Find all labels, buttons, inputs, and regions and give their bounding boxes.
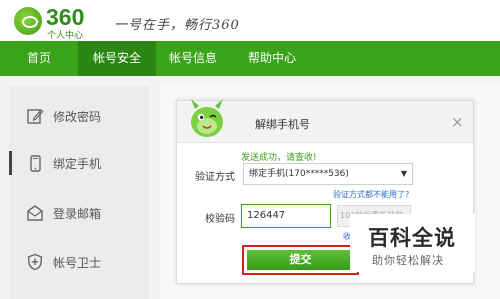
nav-item-home[interactable]: 首页 bbox=[0, 41, 78, 76]
dropdown-caret-icon: ▼ bbox=[400, 169, 407, 178]
sidebar: 修改密码 绑定手机 登录邮箱 帐号卫士 bbox=[9, 86, 149, 299]
sidebar-item-account-guard[interactable]: 帐号卫士 bbox=[9, 242, 149, 282]
watermark-subtitle: 助你轻松解决 bbox=[372, 254, 444, 267]
logo-subtitle: 个人中心 bbox=[47, 31, 84, 41]
header: 360 个人中心 一号在手，畅行360 bbox=[0, 0, 500, 41]
code-label: 校验码 bbox=[205, 214, 235, 225]
sidebar-item-label: 帐号卫士 bbox=[53, 255, 102, 270]
shield-icon bbox=[26, 253, 44, 271]
sidebar-item-label: 绑定手机 bbox=[53, 156, 102, 171]
dialog-title: 解绑手机号 bbox=[255, 118, 310, 131]
nav-item-account-security[interactable]: 帐号安全 bbox=[78, 41, 156, 76]
nav-item-help-center[interactable]: 帮助中心 bbox=[230, 41, 314, 76]
verify-method-label: 验证方式 bbox=[195, 172, 235, 183]
sidebar-item-label: 修改密码 bbox=[53, 109, 102, 124]
logo-number[interactable]: 360 bbox=[46, 4, 84, 31]
watermark-title: 百科全说 bbox=[368, 226, 456, 250]
main-nav: 首页 帐号安全 帐号信息 帮助中心 bbox=[0, 41, 500, 76]
submit-highlight: 提交 bbox=[242, 245, 359, 275]
nav-item-account-info[interactable]: 帐号信息 bbox=[156, 41, 230, 76]
slogan: 一号在手，畅行360 bbox=[114, 18, 240, 33]
verify-method-select[interactable]: 绑定手机(170*****536) ▼ bbox=[243, 163, 413, 185]
edit-icon bbox=[26, 107, 44, 125]
sidebar-item-label: 登录邮箱 bbox=[53, 206, 102, 221]
verify-help-link[interactable]: 验证方式都不能用了? bbox=[333, 189, 409, 200]
mascot-icon bbox=[191, 99, 223, 137]
sidebar-item-change-password[interactable]: 修改密码 bbox=[9, 96, 149, 136]
sidebar-item-login-email[interactable]: 登录邮箱 bbox=[9, 193, 149, 233]
code-input[interactable]: 126447 bbox=[241, 204, 331, 228]
phone-icon bbox=[26, 154, 44, 172]
close-icon[interactable]: × bbox=[451, 113, 464, 131]
send-success-message: 发送成功，请查收! bbox=[241, 153, 317, 163]
watermark: 百科全说 助你轻松解决 bbox=[350, 214, 475, 272]
sidebar-item-bind-phone[interactable]: 绑定手机 bbox=[9, 143, 149, 183]
mail-icon bbox=[26, 204, 44, 222]
submit-button[interactable]: 提交 bbox=[247, 250, 354, 270]
logo-icon[interactable] bbox=[14, 7, 42, 35]
verify-method-value: 绑定手机(170*****536) bbox=[249, 169, 349, 179]
